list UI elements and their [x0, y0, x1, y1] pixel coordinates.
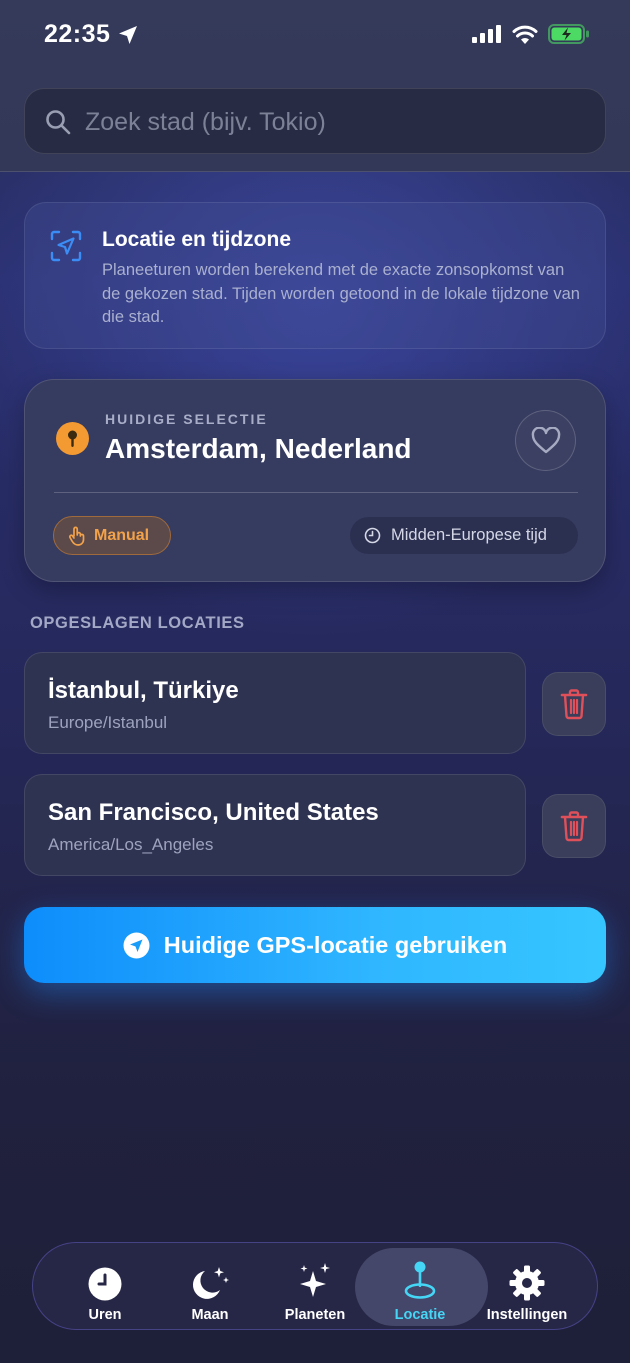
tab-label: Uren — [88, 1307, 122, 1323]
saved-location-item[interactable]: San Francisco, United States America/Los… — [24, 774, 526, 876]
moon-stars-icon — [192, 1267, 229, 1299]
use-gps-location-button[interactable]: Huidige GPS-locatie gebruiken — [24, 907, 606, 983]
manual-badge: Manual — [53, 516, 171, 555]
use-gps-location-label: Huidige GPS-locatie gebruiken — [163, 931, 508, 958]
status-indicators — [472, 24, 590, 44]
current-selection-card: HUIDIGE SELECTIE Amsterdam, Nederland Ma… — [24, 379, 606, 582]
tab-planeten[interactable]: Planeten — [265, 1243, 365, 1331]
search-icon — [46, 110, 71, 135]
favorite-button[interactable] — [515, 410, 576, 471]
timezone-label: Midden-Europese tijd — [391, 526, 547, 544]
search-input[interactable] — [85, 89, 585, 155]
tab-maan[interactable]: Maan — [160, 1243, 260, 1331]
saved-location-item[interactable]: İstanbul, Türkiye Europe/Istanbul — [24, 652, 526, 754]
tab-instellingen[interactable]: Instellingen — [475, 1243, 579, 1331]
trash-icon — [560, 811, 588, 842]
pin-icon — [56, 422, 89, 455]
tab-locatie[interactable]: Locatie — [370, 1243, 470, 1331]
saved-location-name: San Francisco, United States — [48, 799, 379, 826]
delete-button[interactable] — [542, 794, 606, 858]
sparkles-icon — [300, 1263, 330, 1297]
tab-bar: Uren Maan Planeten Locatie Instellingen — [32, 1242, 598, 1330]
location-arrow-icon — [123, 932, 150, 958]
tab-uren[interactable]: Uren — [55, 1243, 155, 1331]
saved-location-timezone: Europe/Istanbul — [48, 713, 168, 732]
wifi-icon — [512, 25, 538, 44]
location-pin-icon — [404, 1261, 436, 1299]
tab-label: Planeten — [284, 1307, 346, 1323]
location-arrow-icon — [119, 26, 137, 44]
tab-label: Locatie — [394, 1307, 446, 1323]
trash-icon — [560, 689, 588, 720]
clock-icon — [364, 527, 381, 544]
location-scan-icon — [50, 230, 82, 262]
tab-label: Instellingen — [486, 1307, 568, 1323]
info-card: Locatie en tijdzone Planeeturen worden b… — [24, 202, 606, 349]
saved-location-timezone: America/Los_Angeles — [48, 835, 214, 854]
saved-locations-title: OPGESLAGEN LOCATIES — [30, 614, 245, 632]
manual-badge-label: Manual — [94, 526, 150, 544]
status-time: 22:35 — [44, 20, 111, 48]
timezone-badge: Midden-Europese tijd — [350, 517, 578, 554]
gear-icon — [509, 1265, 545, 1301]
info-title: Locatie en tijdzone — [102, 228, 292, 251]
delete-button[interactable] — [542, 672, 606, 736]
cellular-signal-icon — [472, 25, 501, 43]
clock-icon — [88, 1267, 122, 1301]
hand-tap-icon — [68, 526, 85, 546]
saved-location-name: İstanbul, Türkiye — [48, 677, 239, 704]
battery-charging-icon — [548, 24, 589, 44]
selection-city: Amsterdam, Nederland — [105, 433, 412, 464]
search-bar[interactable] — [24, 88, 606, 155]
info-text: Planeeturen worden berekend met de exact… — [102, 261, 580, 326]
divider — [54, 492, 578, 493]
header: 22:35 — [0, 0, 630, 172]
selection-label: HUIDIGE SELECTIE — [105, 411, 268, 427]
tab-label: Maan — [191, 1307, 229, 1323]
heart-icon — [531, 427, 560, 454]
